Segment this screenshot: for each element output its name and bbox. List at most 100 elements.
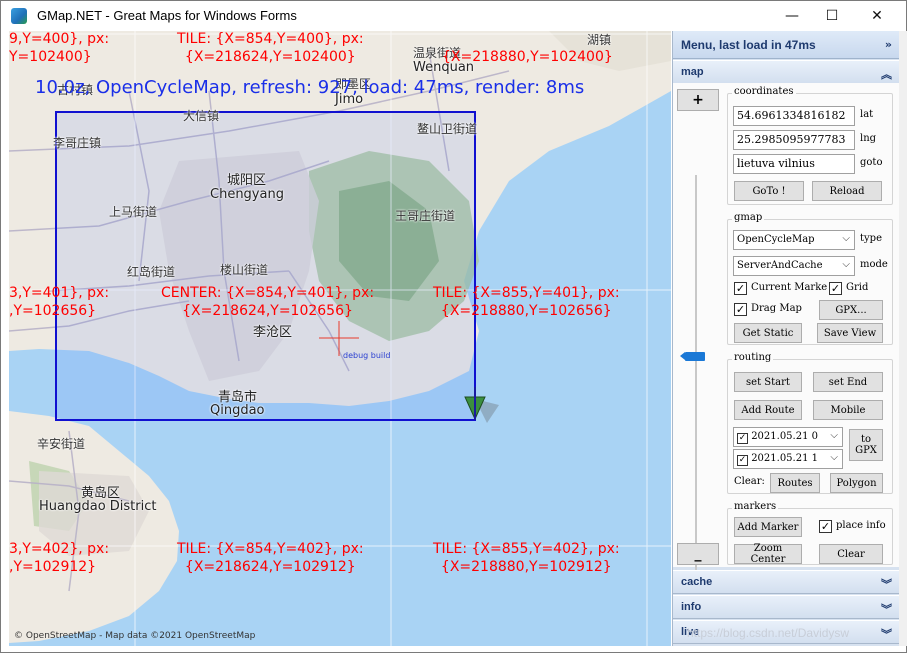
cache-mode-select[interactable]: ServerAndCache ⌵: [733, 256, 855, 276]
drag-map-label: Drag Map: [751, 303, 802, 314]
save-view-button[interactable]: Save View: [817, 323, 883, 343]
date-picker-end[interactable]: ✓ 2021.05.21 1 ⌵: [733, 449, 843, 469]
collapse-panel-icon[interactable]: »: [885, 38, 892, 51]
app-window: GMap.NET - Great Maps for Windows Forms …: [0, 0, 907, 653]
place-loushan-zh: 楼山街道: [220, 263, 269, 277]
coordinates-group-title: coordinates: [732, 86, 796, 97]
get-static-button[interactable]: Get Static: [734, 323, 802, 343]
markers-group: markers Add Marker ✓ place info Zoom Cen…: [727, 501, 893, 565]
chevron-down-icon: ⌵: [842, 233, 850, 244]
date-end-value: 2021.05.21 1: [751, 453, 818, 464]
drag-map-checkbox[interactable]: ✓: [734, 303, 747, 316]
current-marker-checkbox[interactable]: ✓: [734, 282, 747, 295]
place-wanggezhuang-zh: 王哥庄街道: [395, 209, 456, 223]
reload-button[interactable]: Reload: [812, 181, 882, 201]
date-picker-start[interactable]: ✓ 2021.05.21 0 ⌵: [733, 427, 843, 447]
place-ligezhuang-zh: 李哥庄镇: [53, 136, 102, 150]
set-end-button[interactable]: set End: [813, 372, 883, 392]
cache-section-header[interactable]: cache ︾: [673, 570, 900, 594]
panel-header[interactable]: Menu, last load in 47ms »: [673, 31, 900, 59]
debug-build-label: debug build: [343, 351, 391, 360]
title-bar: GMap.NET - Great Maps for Windows Forms …: [1, 1, 906, 31]
chevron-down-icon[interactable]: ︾: [881, 576, 892, 592]
routing-group: routing set Start set End Add Route Mobi…: [727, 352, 893, 494]
tile-label-2-1: TILE: {X=855,Y=401}, px: {X=218880,Y=1026…: [433, 285, 620, 319]
gmap-group-title: gmap: [732, 212, 765, 223]
map-section-header[interactable]: map ︽: [673, 60, 900, 84]
mobile-button[interactable]: Mobile: [813, 400, 883, 420]
routing-group-title: routing: [732, 352, 774, 363]
window-title: GMap.NET - Great Maps for Windows Forms: [37, 8, 297, 23]
lng-label: lng: [860, 133, 877, 144]
tile-label-1-2: TILE: {X=854,Y=402}, px: {X=218624,Y=1029…: [177, 541, 364, 575]
place-chengyang-en: Chengyang: [210, 187, 284, 202]
cache-mode-value: ServerAndCache: [737, 260, 823, 271]
tile-label-0-0: 9,Y=400}, px: Y=102400}: [9, 31, 110, 65]
mode-label: mode: [860, 259, 888, 270]
place-qingdao-en: Qingdao: [210, 403, 265, 418]
tile-label-1-0: TILE: {X=854,Y=400}, px: {X=218624,Y=1024…: [177, 31, 364, 65]
map-status-text: 10.0z, OpenCycleMap, refresh: 927, load:…: [35, 77, 585, 98]
zoom-slider-thumb[interactable]: [680, 352, 705, 361]
place-hongdao-zh: 红岛街道: [127, 265, 176, 279]
grid-checkbox[interactable]: ✓: [829, 282, 842, 295]
side-panel: Menu, last load in 47ms » map ︽ + _ coor…: [672, 31, 900, 646]
date-start-value: 2021.05.21 0: [751, 431, 818, 442]
place-huangdao-en: Huangdao District: [39, 499, 157, 514]
goto-button[interactable]: GoTo !: [734, 181, 804, 201]
place-daxin-zh: 大信镇: [183, 109, 220, 123]
clear-label: Clear:: [734, 476, 765, 487]
map-type-value: OpenCycleMap: [737, 234, 815, 245]
place-info-label: place info: [836, 520, 886, 531]
watermark-text: https://blog.csdn.net/Davidysw: [687, 626, 850, 640]
set-start-button[interactable]: set Start: [734, 372, 802, 392]
place-aoshanwei-zh: 鳌山卫街道: [417, 122, 478, 136]
close-button[interactable]: ✕: [854, 1, 900, 31]
coordinates-group: coordinates 54.6961334816182 lat 25.2985…: [727, 86, 893, 205]
gmap-group: gmap OpenCycleMap ⌵ type ServerAndCache …: [727, 212, 893, 345]
tile-label-center: CENTER: {X=854,Y=401}, px: {X=218624,Y=10…: [161, 285, 375, 319]
markers-group-title: markers: [732, 501, 779, 512]
zoom-out-button[interactable]: _: [677, 543, 719, 565]
tile-label-0-2: 3,Y=402}, px: ,Y=102912}: [9, 541, 110, 575]
vertical-scrollbar[interactable]: [899, 31, 907, 646]
lng-input[interactable]: 25.2985095977783: [733, 130, 855, 150]
map-attribution: © OpenStreetMap - Map data ©2021 OpenStr…: [14, 631, 256, 641]
tile-label-2-2: TILE: {X=855,Y=402}, px: {X=218880,Y=1029…: [433, 541, 620, 575]
tile-label-2-0: {X=218880,Y=102400}: [442, 49, 613, 65]
date-end-checkbox[interactable]: ✓: [737, 455, 748, 466]
clear-routes-button[interactable]: Routes: [770, 473, 820, 493]
map-section-body: + _ coordinates 54.6961334816182 lat 25.…: [673, 83, 900, 587]
chevron-down-icon: ⌵: [830, 452, 838, 463]
place-licang-zh: 李沧区: [253, 325, 293, 340]
chevron-down-icon: ⌵: [830, 430, 838, 441]
add-marker-button[interactable]: Add Marker: [734, 517, 802, 537]
map-type-select[interactable]: OpenCycleMap ⌵: [733, 230, 855, 250]
chevron-down-icon[interactable]: ︾: [881, 601, 892, 617]
info-section-title: info: [681, 601, 702, 613]
zoom-in-button[interactable]: +: [677, 89, 719, 111]
chevron-down-icon: ⌵: [842, 259, 850, 270]
to-gpx-button[interactable]: to GPX: [849, 429, 883, 461]
lat-input[interactable]: 54.6961334816182: [733, 106, 855, 126]
cache-section-title: cache: [681, 576, 713, 588]
goto-label: goto: [860, 157, 883, 168]
place-chengyang-zh: 城阳区: [227, 173, 267, 188]
maximize-button[interactable]: ☐: [809, 1, 855, 31]
clear-markers-button[interactable]: Clear: [819, 544, 883, 564]
chevron-up-icon[interactable]: ︽: [881, 66, 892, 82]
date-start-checkbox[interactable]: ✓: [737, 433, 748, 444]
zoom-center-button[interactable]: Zoom Center: [734, 543, 802, 565]
gpx-button[interactable]: GPX...: [819, 300, 883, 320]
place-info-checkbox[interactable]: ✓: [819, 520, 832, 533]
map-section-title: map: [681, 66, 704, 78]
clear-polygon-button[interactable]: Polygon: [830, 473, 883, 493]
zoom-slider-track[interactable]: [695, 175, 697, 587]
lat-label: lat: [860, 109, 874, 120]
current-marker-label: Current Marke: [751, 282, 827, 293]
add-route-button[interactable]: Add Route: [734, 400, 802, 420]
info-section-header[interactable]: info ︾: [673, 595, 900, 619]
goto-input[interactable]: lietuva vilnius: [733, 154, 855, 174]
chevron-down-icon[interactable]: ︾: [881, 626, 892, 642]
map-canvas[interactable]: 温泉街道 Wenquan 即墨区 Jimo 古村镇 大信镇 李哥庄镇 鳌山卫街道…: [9, 31, 671, 646]
